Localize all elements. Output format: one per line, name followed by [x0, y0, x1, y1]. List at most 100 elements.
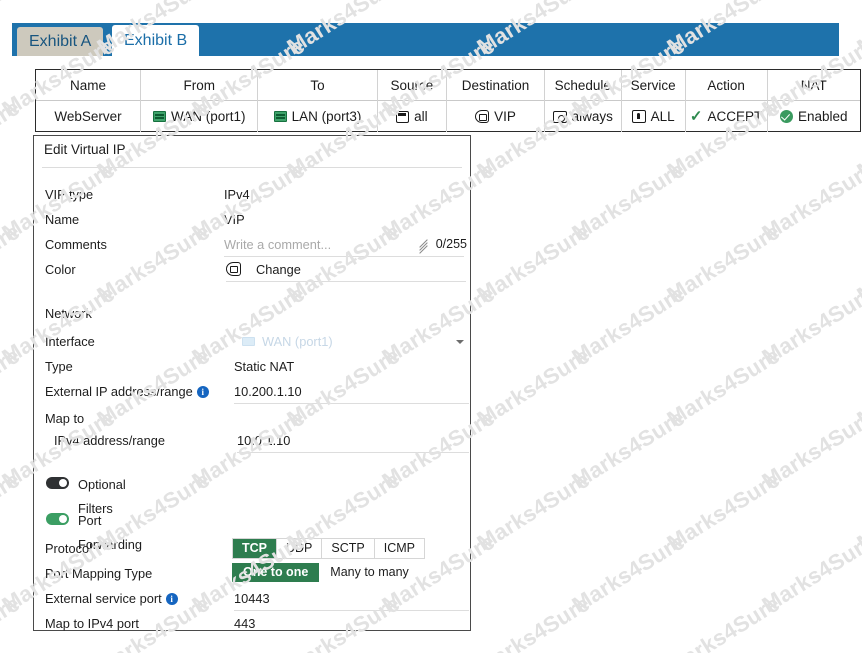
edit-virtual-ip-panel: Edit Virtual IP VIP type IPv4 Name VIP C…: [33, 135, 471, 631]
network-section-label: Network: [45, 306, 92, 321]
info-icon[interactable]: i: [196, 385, 209, 398]
tab-exhibit-b[interactable]: Exhibit B: [112, 25, 200, 56]
color-underline: [226, 281, 466, 282]
exhibit-tab-bar: Exhibit A Exhibit B: [12, 23, 839, 56]
cell-nat: Enabled: [768, 101, 860, 132]
external-service-port-label-text: External service port: [45, 591, 162, 606]
watermark-text: Marks4Sure: [852, 466, 862, 556]
field-name: Name VIP: [34, 207, 472, 232]
column-header-from[interactable]: From: [141, 69, 259, 101]
column-header-service[interactable]: Service: [622, 69, 686, 101]
cell-from: WAN (port1): [141, 101, 259, 132]
watermark-text: Marks4Sure: [568, 620, 743, 653]
watermark-text: Marks4Sure: [472, 218, 595, 308]
external-service-port-label: External service port i: [45, 586, 178, 611]
tab-exhibit-b-label: Exhibit B: [124, 32, 188, 49]
watermark-text: Marks4Sure: [472, 466, 595, 556]
protocol-option-tcp[interactable]: TCP: [233, 539, 277, 558]
watermark-text: Marks4Sure: [472, 590, 595, 653]
tab-exhibit-a[interactable]: Exhibit A: [17, 27, 104, 56]
service-icon: [631, 110, 646, 123]
watermark-text: Marks4Sure: [852, 342, 862, 432]
watermark-text: Marks4Sure: [758, 620, 862, 653]
interface-icon: [273, 111, 287, 122]
schedule-clock-icon: [552, 110, 567, 123]
watermark-text: Marks4Sure: [662, 590, 785, 653]
ipv4-range-value[interactable]: 10.0.1.10: [237, 428, 290, 453]
type-label: Type: [45, 359, 73, 374]
chevron-down-icon[interactable]: [456, 340, 464, 344]
watermark-text: Marks4Sure: [757, 280, 862, 370]
watermark-text: Marks4Sure: [567, 528, 690, 618]
external-ip-value[interactable]: 10.200.1.10: [234, 379, 302, 404]
external-ip-underline: [234, 403, 469, 404]
tab-exhibit-a-label: Exhibit A: [29, 33, 92, 50]
cell-source: all: [378, 101, 448, 132]
panel-title: Edit Virtual IP: [44, 142, 126, 157]
field-interface[interactable]: Interface WAN (port1): [34, 329, 472, 354]
external-service-port-value[interactable]: 10443: [234, 586, 270, 611]
comments-input[interactable]: Write a comment...: [224, 232, 331, 257]
name-value[interactable]: VIP: [224, 207, 245, 232]
field-map-to-ipv4-port: Map to IPv4 port 443: [34, 611, 472, 636]
firewall-policy-table: Name From To Source Destination Schedule…: [35, 69, 861, 132]
table-row[interactable]: WebServer WAN (port1) LAN (port3) all VI…: [36, 101, 860, 132]
optional-filters-switch[interactable]: [46, 477, 69, 489]
port-mapping-option-one-to-one[interactable]: One to one: [232, 563, 320, 582]
table-header-row: Name From To Source Destination Schedule…: [36, 69, 860, 101]
comments-label: Comments: [45, 237, 107, 252]
column-header-nat[interactable]: NAT: [768, 70, 860, 101]
column-header-schedule[interactable]: Schedule: [545, 69, 622, 101]
column-header-name[interactable]: Name: [36, 69, 141, 101]
protocol-option-icmp[interactable]: ICMP: [375, 539, 424, 558]
protocol-segmented-control: TCP UDP SCTP ICMP: [232, 538, 425, 559]
port-mapping-segmented-control: One to one Many to many: [232, 563, 420, 584]
section-network: Network: [34, 301, 472, 326]
screenshot-root: Exhibit A Exhibit B Name From To Source …: [0, 0, 862, 653]
column-header-to[interactable]: To: [258, 69, 378, 101]
field-vip-type: VIP type IPv4: [34, 182, 472, 207]
protocol-option-udp[interactable]: UDP: [277, 539, 323, 558]
column-header-action[interactable]: Action: [686, 69, 768, 101]
watermark-text: Marks4Sure: [757, 528, 862, 618]
cell-service: ALL: [622, 101, 686, 132]
cell-schedule-label: always: [571, 109, 613, 124]
watermark-text: Marks4Sure: [757, 156, 862, 246]
cell-from-label: WAN (port1): [170, 109, 246, 124]
cell-action: ✓ ACCEPT: [686, 101, 768, 132]
cell-destination-label: VIP: [494, 109, 516, 124]
column-header-destination[interactable]: Destination: [447, 69, 545, 101]
vip-type-label: VIP type: [45, 187, 94, 202]
field-protocol: Protocol TCP UDP SCTP ICMP: [34, 536, 472, 561]
port-mapping-option-many-to-many[interactable]: Many to many: [319, 563, 420, 582]
color-swatch-icon: [226, 262, 241, 276]
watermark-text: Marks4Sure: [567, 404, 690, 494]
map-to-ipv4-port-value[interactable]: 443: [234, 611, 255, 636]
enabled-check-circle-icon: [779, 110, 793, 123]
protocol-option-sctp[interactable]: SCTP: [322, 539, 375, 558]
watermark-text: Marks4Sure: [662, 218, 785, 308]
watermark-text: Marks4Sure: [567, 156, 690, 246]
comments-resize-grip[interactable]: [419, 239, 428, 254]
watermark-text: Marks4Sure: [757, 404, 862, 494]
port-forwarding-switch[interactable]: [46, 513, 69, 525]
port-mapping-type-label: Port Mapping Type: [45, 566, 153, 581]
color-change-button[interactable]: Change: [256, 257, 301, 282]
watermark-text: Marks4Sure: [472, 342, 595, 432]
cell-action-label: ACCEPT: [707, 109, 763, 124]
interface-icon: [152, 111, 166, 122]
ipv4-range-underline: [237, 452, 469, 453]
column-header-source[interactable]: Source: [378, 69, 448, 101]
cell-name: WebServer: [36, 101, 141, 132]
panel-title-divider: [42, 167, 462, 168]
field-ipv4-range: IPv4 address/range 10.0.1.10: [34, 428, 472, 453]
watermark-text: Marks4Sure: [852, 590, 862, 653]
info-icon[interactable]: i: [165, 592, 178, 605]
watermark-text: Marks4Sure: [567, 280, 690, 370]
vip-type-value: IPv4: [224, 187, 250, 202]
cell-destination: VIP: [447, 101, 545, 132]
interface-value: WAN (port1): [262, 334, 333, 349]
color-label: Color: [45, 262, 76, 277]
cell-source-label: all: [414, 109, 428, 124]
type-value: Static NAT: [234, 359, 295, 374]
